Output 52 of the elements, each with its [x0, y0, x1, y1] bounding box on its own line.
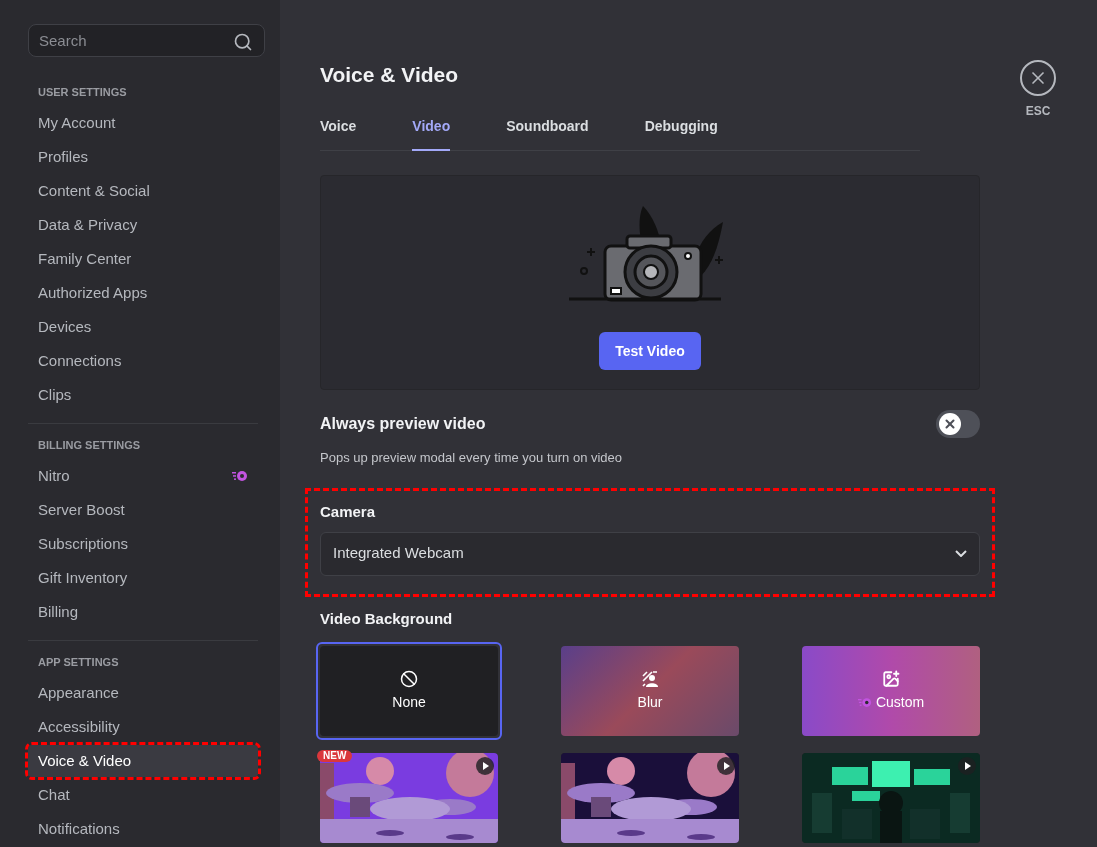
field-label: Video Background: [320, 608, 454, 629]
page-title: Voice & Video: [320, 62, 460, 88]
sidebar-item[interactable]: Voice & Video: [28, 745, 258, 777]
search-field[interactable]: Search: [28, 24, 265, 57]
sidebar-item[interactable]: Family Center: [28, 243, 258, 275]
none-icon: [400, 669, 418, 688]
camera-select[interactable]: Integrated Webcam: [320, 531, 980, 576]
sidebar-item[interactable]: Data & Privacy: [28, 209, 258, 241]
option-label: Custom: [875, 692, 925, 712]
sidebar-item[interactable]: Authorized Apps: [28, 277, 258, 309]
sidebar-item[interactable]: Server Boost: [28, 494, 258, 526]
sidebar-item[interactable]: Clips: [28, 379, 258, 411]
section-heading: BILLING SETTINGS: [37, 438, 142, 452]
sidebar-item[interactable]: Subscriptions: [28, 528, 258, 560]
blur-person-icon: [641, 669, 659, 688]
new-badge: NEW: [317, 750, 353, 762]
sidebar-item[interactable]: Billing: [28, 596, 258, 628]
background-option[interactable]: None: [316, 642, 502, 740]
sidebar-item[interactable]: Chat: [28, 779, 258, 811]
option-label: Blur: [637, 692, 663, 712]
sidebar-item[interactable]: Gift Inventory: [28, 562, 258, 594]
nitro-icon: [857, 696, 872, 708]
toggle-switch[interactable]: [936, 409, 980, 438]
sidebar-item[interactable]: Content & Social: [28, 175, 258, 207]
play-icon: [476, 757, 494, 775]
image-add-icon: [882, 669, 900, 688]
esc-label: ESC: [1025, 103, 1051, 120]
sidebar-item[interactable]: Accessibility: [28, 711, 258, 743]
chevron-down-icon: [955, 550, 967, 557]
section-heading: USER SETTINGS: [37, 85, 128, 99]
section-heading: APP SETTINGS: [37, 655, 120, 669]
tab[interactable]: Soundboard: [506, 116, 589, 151]
sidebar-item[interactable]: Profiles: [28, 141, 258, 173]
search-icon: [233, 32, 253, 52]
close-icon: [943, 416, 957, 431]
sidebar-item[interactable]: Appearance: [28, 677, 258, 709]
sidebar-item[interactable]: Connections: [28, 345, 258, 377]
setting-description: Pops up preview modal every time you turn on video: [320, 448, 624, 467]
tab[interactable]: Voice: [320, 116, 357, 151]
option-label: None: [392, 692, 426, 712]
test-video-button[interactable]: Test Video: [599, 332, 701, 370]
sidebar-item[interactable]: My Account: [28, 107, 258, 139]
sidebar-item[interactable]: Notifications: [28, 813, 258, 845]
field-label: Camera: [320, 502, 377, 522]
sidebar-item[interactable]: Nitro: [28, 460, 258, 492]
close-button[interactable]: [1020, 60, 1056, 96]
sidebar-item[interactable]: Devices: [28, 311, 258, 343]
tab[interactable]: Video: [412, 116, 451, 151]
tab[interactable]: Debugging: [644, 116, 718, 151]
setting-label: Always preview video: [320, 413, 486, 434]
play-icon: [717, 757, 735, 775]
play-icon: [958, 757, 976, 775]
